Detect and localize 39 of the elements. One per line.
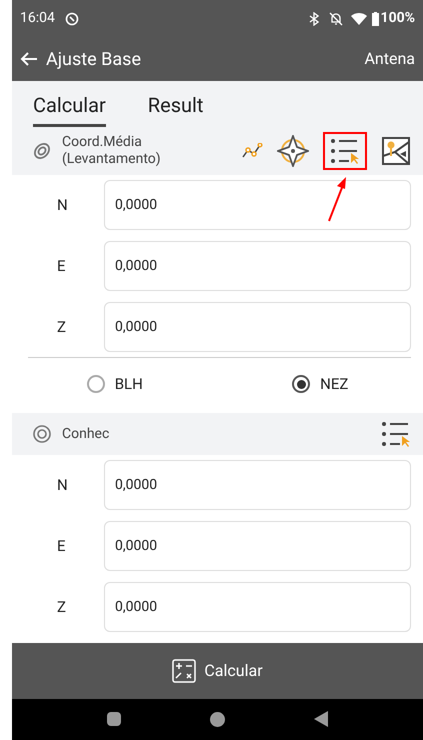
input-field[interactable]: 0,0000: [104, 241, 411, 292]
calculator-icon: [172, 659, 196, 684]
screen-title: Ajuste Base: [46, 48, 142, 72]
section-title: Coord.Média (Levantamento): [62, 134, 161, 168]
target-icon: [32, 424, 52, 444]
recents-icon[interactable]: [106, 712, 121, 726]
input-field[interactable]: 0,0000: [104, 180, 411, 230]
list-select-icon[interactable]: [381, 421, 411, 448]
field-label: Z: [56, 316, 67, 338]
polyline-icon[interactable]: [241, 143, 263, 160]
back-icon[interactable]: [20, 51, 38, 68]
sync-icon: [64, 12, 79, 26]
input-field[interactable]: 0,0000: [104, 521, 411, 572]
muted-bell-icon: [328, 12, 343, 26]
input-field[interactable]: 0,0000: [104, 582, 411, 632]
compass-star-icon[interactable]: [277, 135, 309, 168]
section-title: Conhec: [62, 426, 110, 443]
wifi-icon: [350, 12, 367, 26]
input-field[interactable]: 0,0000: [104, 302, 411, 352]
input-field[interactable]: 0,0000: [104, 460, 411, 510]
clock: 16:04: [20, 9, 55, 28]
bluetooth-icon: [308, 12, 319, 26]
field-label: N: [56, 194, 69, 216]
rings-icon: [32, 141, 52, 162]
home-icon[interactable]: [210, 712, 225, 727]
field-label: E: [56, 256, 67, 277]
list-select-icon[interactable]: [330, 138, 360, 164]
battery-icon: [372, 12, 379, 26]
calculate-button[interactable]: Calcular: [12, 643, 423, 699]
field-label: N: [56, 474, 69, 496]
radio-option[interactable]: BLH: [12, 372, 218, 396]
battery-level: 100%: [380, 9, 415, 28]
radio-option[interactable]: NEZ: [218, 372, 423, 396]
back-nav-icon[interactable]: [314, 711, 328, 728]
antenna-button[interactable]: Antena: [364, 47, 415, 72]
field-label: E: [56, 536, 67, 557]
tab[interactable]: Result: [148, 90, 204, 128]
field-label: Z: [56, 596, 67, 618]
map-pin-icon[interactable]: [381, 136, 411, 166]
